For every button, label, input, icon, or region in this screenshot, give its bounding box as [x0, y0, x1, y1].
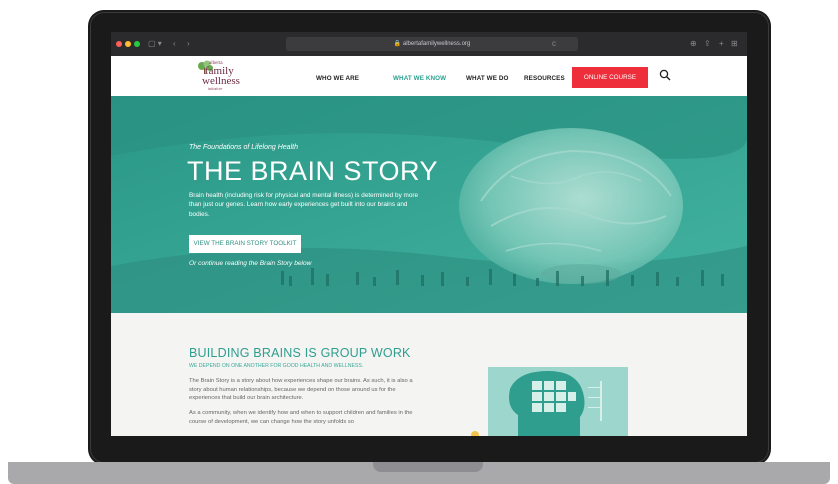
hero-eyebrow: The Foundations of Lifelong Health [189, 144, 298, 151]
content-section: BUILDING BRAINS IS GROUP WORK WE DEPEND … [111, 313, 747, 436]
nav-what-we-do[interactable]: WHAT WE DO [466, 75, 509, 82]
back-icon[interactable]: ‹ [173, 37, 176, 51]
download-icon[interactable]: ⊕ [690, 37, 697, 51]
tab-overview-icon[interactable]: ⊞ [731, 37, 738, 51]
laptop-screen: ▢ ▾ ‹ › ◐ 🔒 albertafamilywellness.org c … [111, 32, 747, 436]
hero-title: THE BRAIN STORY [187, 156, 439, 186]
section-subtitle: WE DEPEND ON ONE ANOTHER FOR GOOD HEALTH… [189, 363, 364, 369]
url-text: 🔒 albertafamilywellness.org [393, 41, 471, 47]
view-toolkit-button[interactable]: VIEW THE BRAIN STORY TOOLKIT [189, 235, 301, 253]
section-paragraph-2: As a community, when we identify how and… [189, 410, 413, 425]
brain-illustration [459, 128, 683, 284]
new-tab-icon[interactable]: + [719, 37, 724, 51]
browser-toolbar: ▢ ▾ ‹ › ◐ 🔒 albertafamilywellness.org c … [111, 32, 747, 56]
hero-banner: The Foundations of Lifelong Health THE B… [111, 96, 747, 313]
logo-line-initiative: initiative [208, 86, 223, 91]
nav-who-we-are[interactable]: WHO WE ARE [316, 75, 359, 82]
head-silhouette-icon [488, 367, 628, 436]
hero-continue-note: Or continue reading the Brain Story belo… [189, 260, 312, 267]
section-title: BUILDING BRAINS IS GROUP WORK [189, 346, 411, 360]
site-header: alberta family wellness initiative WHO W… [111, 56, 747, 96]
nav-what-we-know[interactable]: WHAT WE KNOW [393, 75, 446, 82]
forward-icon[interactable]: › [187, 37, 190, 51]
url-value: albertafamilywellness.org [402, 41, 471, 47]
maximize-window-button[interactable] [134, 41, 140, 47]
decorative-dot [471, 431, 479, 436]
hero-body-text: Brain health (including risk for physica… [189, 192, 419, 218]
sidebar-toggle-icon[interactable]: ▢ ▾ [148, 37, 162, 51]
share-icon[interactable]: ⇪ [704, 37, 711, 51]
site-logo[interactable]: alberta family wellness initiative [191, 60, 261, 92]
head-illustration [488, 367, 628, 436]
laptop-notch [373, 462, 483, 472]
online-course-button[interactable]: ONLINE COURSE [572, 67, 648, 88]
section-paragraph-1: The Brain Story is a story about how exp… [189, 378, 413, 401]
search-icon[interactable] [659, 69, 671, 81]
nav-resources[interactable]: RESOURCES [524, 75, 565, 82]
minimize-window-button[interactable] [125, 41, 131, 47]
reload-icon[interactable]: c [552, 37, 556, 51]
address-bar[interactable]: 🔒 albertafamilywellness.org [286, 37, 578, 51]
close-window-button[interactable] [116, 41, 122, 47]
